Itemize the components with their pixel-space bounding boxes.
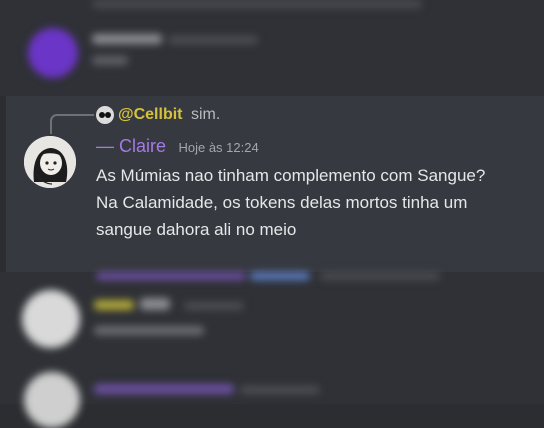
blurred-text — [240, 386, 320, 394]
reply-mention[interactable]: @Cellbit — [118, 106, 183, 123]
blurred-text — [94, 326, 204, 335]
reply-connector — [50, 114, 94, 134]
blurred-text — [320, 272, 440, 280]
reply-text: sim. — [190, 106, 221, 123]
reply-preview[interactable]: @Cellbit sim. — [118, 106, 220, 124]
blurred-text — [94, 384, 234, 394]
message-timestamp[interactable]: Hoje às 12:24 — [178, 140, 258, 155]
next-messages-blurred — [0, 272, 544, 428]
author-name[interactable]: — Claire — [96, 136, 166, 156]
blurred-text — [96, 272, 246, 280]
avatar-drawing-icon — [24, 136, 76, 188]
blurred-text — [168, 36, 258, 44]
avatar[interactable] — [24, 136, 76, 188]
avatar — [24, 372, 80, 428]
blurred-text — [94, 300, 134, 310]
blurred-text — [184, 302, 244, 310]
message-content: As Múmias nao tinham complemento com San… — [96, 166, 486, 239]
chat-message[interactable]: @Cellbit sim. — Claire Hoje às 12:24 As … — [6, 96, 544, 272]
blurred-text — [250, 272, 310, 280]
reply-avatar[interactable] — [96, 106, 114, 124]
previous-messages-blurred — [0, 0, 544, 96]
blurred-text — [140, 298, 170, 310]
blurred-text — [92, 0, 422, 8]
avatar — [28, 28, 78, 78]
blurred-text — [92, 56, 128, 65]
blurred-text — [92, 34, 162, 44]
message-header: — Claire Hoje às 12:24 — [96, 136, 259, 157]
avatar — [22, 290, 80, 348]
